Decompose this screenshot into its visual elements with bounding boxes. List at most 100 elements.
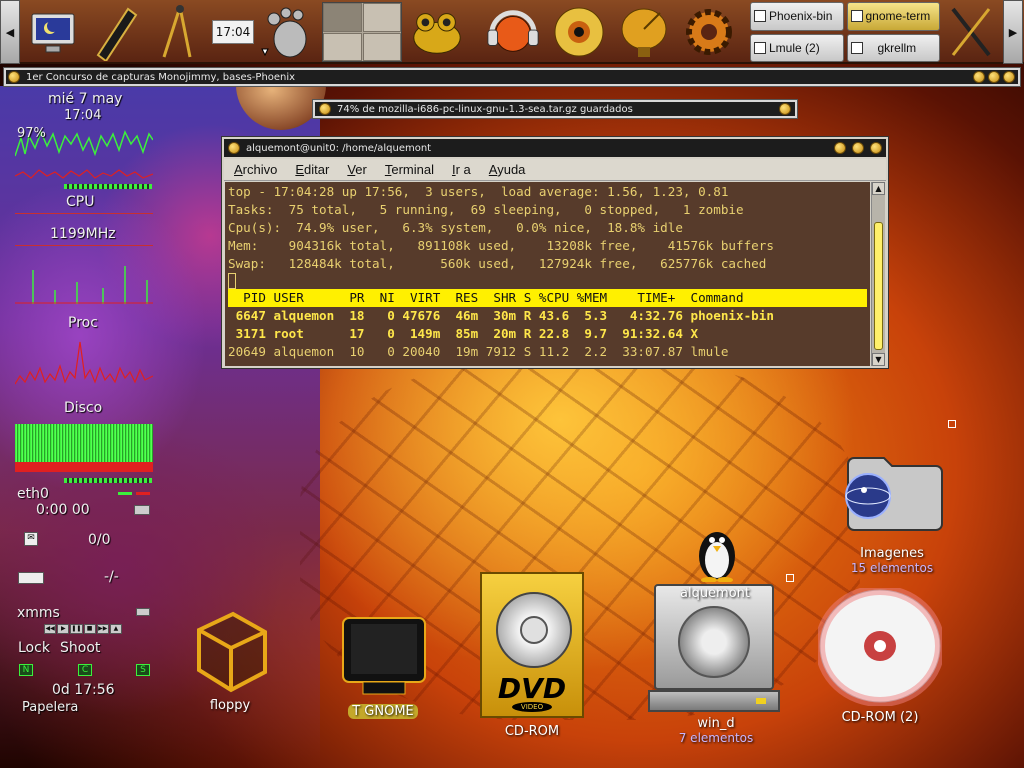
proc-graph (15, 266, 153, 304)
menu-editar[interactable]: Editar (295, 162, 329, 177)
panel-clock[interactable]: 17:04 (212, 20, 254, 44)
proc-label: Proc (68, 315, 98, 331)
swap-line: Swap: 128484k total, 560k used, 127924k … (228, 256, 767, 271)
xmms-toggle-button[interactable] (136, 608, 150, 616)
task-gnome-terminal[interactable]: gnome-term (846, 2, 940, 31)
window-titlebar[interactable]: 1er Concurso de capturas Monojimmy, base… (3, 67, 1021, 87)
window-menu-button[interactable] (319, 103, 331, 115)
cpu-label: CPU (66, 194, 95, 210)
satellite-dish-icon[interactable] (614, 2, 672, 62)
pen-tool-icon[interactable] (942, 2, 1000, 62)
desktop-icon-win-d[interactable]: alquemont win_d 7 elementos (648, 584, 784, 745)
prev-icon[interactable]: ◀◀ (44, 624, 57, 634)
workspace-pager[interactable] (322, 2, 402, 62)
process-table-header: PID USER PR NI VIRT RES SHR S %CPU %MEM … (228, 289, 867, 307)
penguin-icon[interactable] (682, 526, 752, 586)
mail-count: 0/0 (88, 532, 111, 548)
lock-button[interactable]: Lock (18, 640, 50, 656)
minimize-button[interactable] (834, 142, 846, 154)
icon-sublabel: 15 elementos (850, 561, 934, 575)
monitor-icon (342, 617, 426, 695)
workspace-2[interactable] (362, 3, 401, 32)
panel-hide-right-button[interactable]: ▶ (1003, 0, 1023, 64)
window-menu-button[interactable] (228, 142, 240, 154)
pen-icon[interactable] (86, 2, 144, 62)
desktop-icon-cd-rom[interactable]: DVD VIDEO CD-ROM (480, 572, 584, 739)
gear-icon[interactable] (680, 2, 738, 62)
icon-label: CD-ROM (504, 724, 560, 739)
net-toggle-button[interactable] (134, 505, 150, 515)
cpu-line: Cpu(s): 74.9% user, 6.3% system, 0.0% ni… (228, 220, 683, 235)
pause-icon[interactable]: ❚❚ (70, 624, 83, 634)
eye-icon[interactable] (550, 2, 608, 62)
desktop-icon-cd-rom-2[interactable]: CD-ROM (2) (815, 585, 945, 725)
workspace-3[interactable] (323, 32, 362, 61)
cpu-frequency: 1199MHz (50, 226, 116, 242)
shoot-button[interactable]: Shoot (60, 640, 100, 656)
icon-label: Imagenes (860, 546, 924, 561)
dvd-icon: DVD VIDEO (480, 572, 584, 718)
menu-ir-a[interactable]: Ir a (452, 162, 471, 177)
window-title: 1er Concurso de capturas Monojimmy, base… (26, 71, 296, 83)
gk-time: 17:04 (64, 108, 102, 123)
scroll-up-icon[interactable]: ▲ (872, 182, 885, 195)
download-progress-window[interactable]: 74% de mozilla-i686-pc-linux-gnu-1.3-sea… (312, 99, 798, 119)
net-label: eth0 (17, 486, 49, 502)
trash-label[interactable]: Papelera (22, 700, 78, 715)
eject-icon[interactable]: ▲ (109, 624, 123, 634)
close-button[interactable] (779, 103, 791, 115)
tasks-line: Tasks: 75 total, 5 running, 69 sleeping,… (228, 202, 744, 217)
terminal-scrollbar[interactable]: ▲ ▼ (871, 182, 885, 366)
workspace-4[interactable] (362, 32, 401, 61)
terminal-output[interactable]: top - 17:04:28 up 17:56, 3 users, load a… (225, 182, 870, 366)
xmms-label: xmms (17, 605, 60, 621)
display-settings-icon[interactable] (24, 2, 82, 62)
terminal-titlebar[interactable]: alquemont@unit0: /home/alquemont (224, 139, 886, 157)
icon-sublabel: 7 elementos (678, 731, 754, 745)
desktop-icon-t-gnome[interactable]: T GNOME (334, 612, 432, 719)
desktop-icon-imagenes[interactable]: Imagenes 15 elementos (830, 438, 954, 575)
maximize-button[interactable] (988, 71, 1000, 83)
window-icon (754, 10, 766, 23)
hard-drive-icon: alquemont (648, 584, 782, 716)
link-emblem-icon (786, 574, 794, 582)
scroll-down-icon[interactable]: ▼ (872, 353, 885, 366)
minimize-button[interactable] (973, 71, 985, 83)
window-icon (754, 41, 766, 54)
maximize-button[interactable] (852, 142, 864, 154)
menu-ver[interactable]: Ver (347, 162, 367, 177)
download-progress-text: 74% de mozilla-i686-pc-linux-gnu-1.3-sea… (337, 103, 633, 115)
menu-terminal[interactable]: Terminal (385, 162, 434, 177)
numlock-indicator: N (19, 664, 33, 676)
workspace-1[interactable] (323, 3, 362, 32)
menu-ayuda[interactable]: Ayuda (489, 162, 526, 177)
play-icon[interactable]: ▶ (57, 624, 70, 634)
icon-label: floppy (209, 698, 251, 713)
cursor (228, 273, 236, 289)
window-menu-button[interactable] (8, 71, 20, 83)
window-icon (850, 10, 863, 23)
gnome-foot-icon[interactable] (256, 2, 314, 62)
stop-icon[interactable]: ■ (83, 624, 96, 634)
menu-archivo[interactable]: Archivo (234, 162, 277, 177)
frog-icon[interactable] (408, 2, 466, 62)
scroll-thumb[interactable] (874, 222, 883, 350)
top-panel: ◀ 17:04 Phoenix-bin gnome-term Lmule (2)… (0, 0, 1024, 64)
compass-icon[interactable] (148, 2, 206, 62)
icon-label: T GNOME (348, 704, 418, 719)
task-phoenix-bin[interactable]: Phoenix-bin (750, 2, 844, 31)
terminal-menubar: Archivo Editar Ver Terminal Ir a Ayuda (224, 159, 886, 181)
next-icon[interactable]: ▶▶ (96, 624, 109, 634)
alquemont-label[interactable]: alquemont (648, 586, 782, 601)
envelope-icon[interactable] (18, 572, 44, 584)
close-button[interactable] (870, 142, 882, 154)
headphones-icon[interactable] (484, 2, 542, 62)
desktop-icon-floppy[interactable]: floppy (186, 608, 274, 713)
task-gkrellm[interactable]: gkrellm (846, 33, 940, 62)
panel-hide-left-button[interactable]: ◀ (0, 0, 20, 64)
close-button[interactable] (1003, 71, 1015, 83)
folder-icon (845, 457, 943, 531)
mail-icon[interactable]: ✉ (24, 532, 38, 546)
cube-icon (197, 611, 267, 693)
task-lmule[interactable]: Lmule (2) (750, 33, 844, 62)
